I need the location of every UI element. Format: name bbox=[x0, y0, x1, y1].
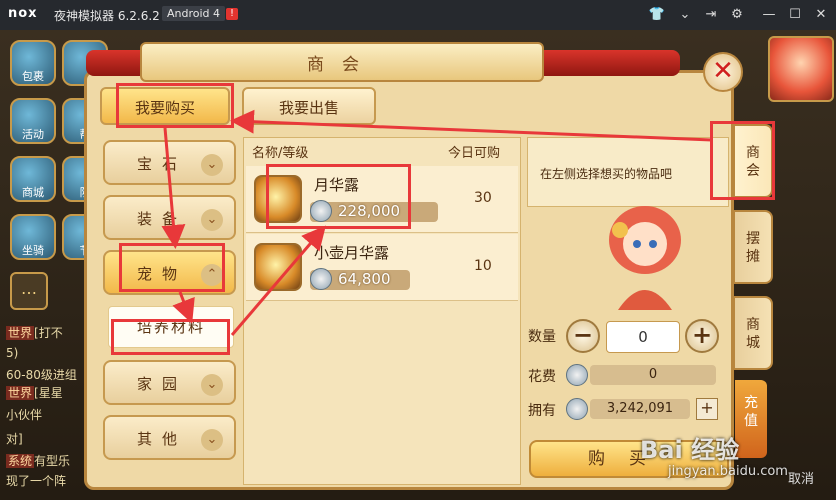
baidu-watermark-logo: Bai 经验 bbox=[640, 436, 740, 464]
cancel-label[interactable]: 取消 bbox=[788, 468, 814, 487]
arrow-to-pet-category bbox=[161, 127, 186, 249]
arrow-to-item bbox=[230, 225, 326, 336]
baidu-watermark-url: jingyan.baidu.com bbox=[668, 464, 788, 479]
annotation-arrows bbox=[161, 109, 713, 336]
arrow-to-buy-tab bbox=[230, 109, 713, 142]
arrow-to-subcategory bbox=[172, 291, 195, 324]
